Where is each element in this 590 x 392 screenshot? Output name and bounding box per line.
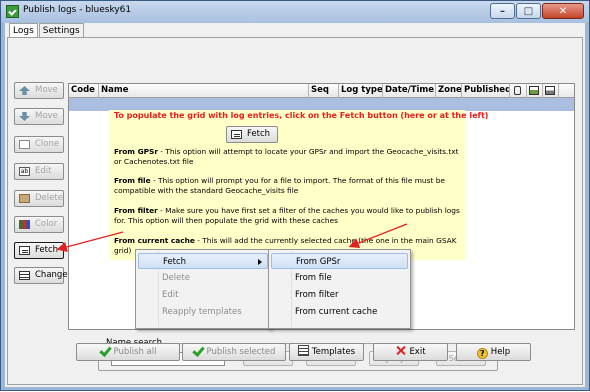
column-header-image1[interactable] — [527, 84, 543, 98]
exit-x-icon — [395, 345, 406, 356]
client-area: Logs Settings Move Move Clone ab Edit Del… — [5, 23, 585, 387]
arrow-up-icon — [19, 86, 30, 95]
change-icon — [19, 271, 30, 280]
info-fetch-button[interactable]: Fetch — [226, 126, 278, 143]
color-button[interactable]: Color — [14, 216, 64, 233]
picture-icon — [529, 86, 539, 95]
grid-header: Code Name Seq Log type Date/Time Zone Pu… — [69, 84, 574, 98]
maximize-button[interactable]: □ — [516, 3, 541, 19]
menu-item-delete[interactable]: Delete — [138, 270, 268, 286]
title-bar[interactable]: Publish logs - bluesky61 – □ ✕ — [1, 1, 589, 23]
publish-all-button[interactable]: Publish all — [76, 343, 180, 361]
column-header-name[interactable]: Name — [99, 84, 309, 98]
edit-button[interactable]: ab Edit — [14, 163, 64, 180]
edit-icon: ab — [19, 167, 30, 176]
close-button[interactable]: ✕ — [542, 3, 584, 19]
menu-item-reapply-templates[interactable]: Reapply templates — [138, 304, 268, 320]
color-icon — [19, 220, 30, 229]
column-header-image2[interactable] — [543, 84, 559, 98]
info-from-gpsr: From GPSr - This option will attempt to … — [114, 147, 459, 166]
submenu-item-from-gpsr[interactable]: From GPSr — [271, 253, 408, 269]
image-icon — [545, 86, 555, 95]
fetch-button[interactable]: Fetch — [14, 242, 64, 259]
templates-icon — [297, 345, 309, 356]
publish-selected-button[interactable]: Publish selected — [182, 343, 286, 361]
delete-button[interactable]: Delete — [14, 190, 64, 207]
change-button[interactable]: Change — [14, 267, 68, 284]
move-down-button[interactable]: Move — [14, 108, 64, 125]
templates-button[interactable]: Templates — [289, 343, 364, 361]
clone-icon — [19, 140, 30, 149]
column-header-code[interactable]: Code — [69, 84, 99, 98]
minimize-button[interactable]: – — [490, 3, 515, 19]
column-header-log-type[interactable]: Log type — [339, 84, 383, 98]
info-from-file: From file - This option will prompt you … — [114, 176, 445, 195]
move-up-button[interactable]: Move — [14, 82, 64, 99]
submenu-item-from-current-cache[interactable]: From current cache — [271, 304, 408, 320]
column-header-published[interactable]: Published — [462, 84, 510, 98]
maximize-icon: □ — [523, 6, 534, 17]
arrow-down-icon — [19, 112, 30, 121]
column-header-status[interactable] — [510, 84, 527, 98]
help-icon: ? — [476, 348, 488, 359]
info-title: To populate the grid with log entries, c… — [114, 111, 489, 120]
info-from-filter: From filter - Make sure you have first s… — [114, 206, 460, 225]
submenu-item-from-file[interactable]: From file — [271, 270, 408, 286]
close-icon: ✕ — [558, 6, 568, 17]
menu-item-fetch[interactable]: Fetch — [138, 253, 268, 269]
gps-icon — [514, 86, 521, 95]
logs-tab-page: Move Move Clone ab Edit Delete Color Fetc… — [7, 37, 583, 385]
submenu-arrow-icon — [258, 259, 262, 265]
fetch-icon — [231, 130, 242, 139]
context-menu: Fetch Delete Edit Reapply templates — [135, 249, 271, 329]
check-icon — [100, 345, 111, 356]
exit-button[interactable]: Exit — [373, 343, 448, 361]
fetch-submenu: From GPSr From file From filter From cur… — [268, 249, 411, 329]
tab-strip: Logs Settings — [9, 23, 85, 39]
column-header-seq[interactable]: Seq — [309, 84, 339, 98]
column-header-date-time[interactable]: Date/Time — [383, 84, 436, 98]
submenu-item-from-filter[interactable]: From filter — [271, 287, 408, 303]
clone-button[interactable]: Clone — [14, 136, 64, 153]
window-title: Publish logs - bluesky61 — [23, 5, 132, 15]
tab-settings[interactable]: Settings — [38, 23, 84, 38]
info-panel: To populate the grid with log entries, c… — [109, 110, 489, 260]
fetch-icon — [19, 246, 30, 255]
menu-item-edit[interactable]: Edit — [138, 287, 268, 303]
column-header-zone[interactable]: Zone — [436, 84, 462, 98]
delete-icon — [19, 194, 30, 203]
app-icon — [6, 5, 19, 18]
help-button[interactable]: ? Help — [456, 343, 531, 361]
minimize-icon: – — [500, 6, 505, 17]
publish-logs-window: Publish logs - bluesky61 – □ ✕ Logs Sett… — [0, 0, 590, 391]
check-icon — [193, 345, 204, 356]
